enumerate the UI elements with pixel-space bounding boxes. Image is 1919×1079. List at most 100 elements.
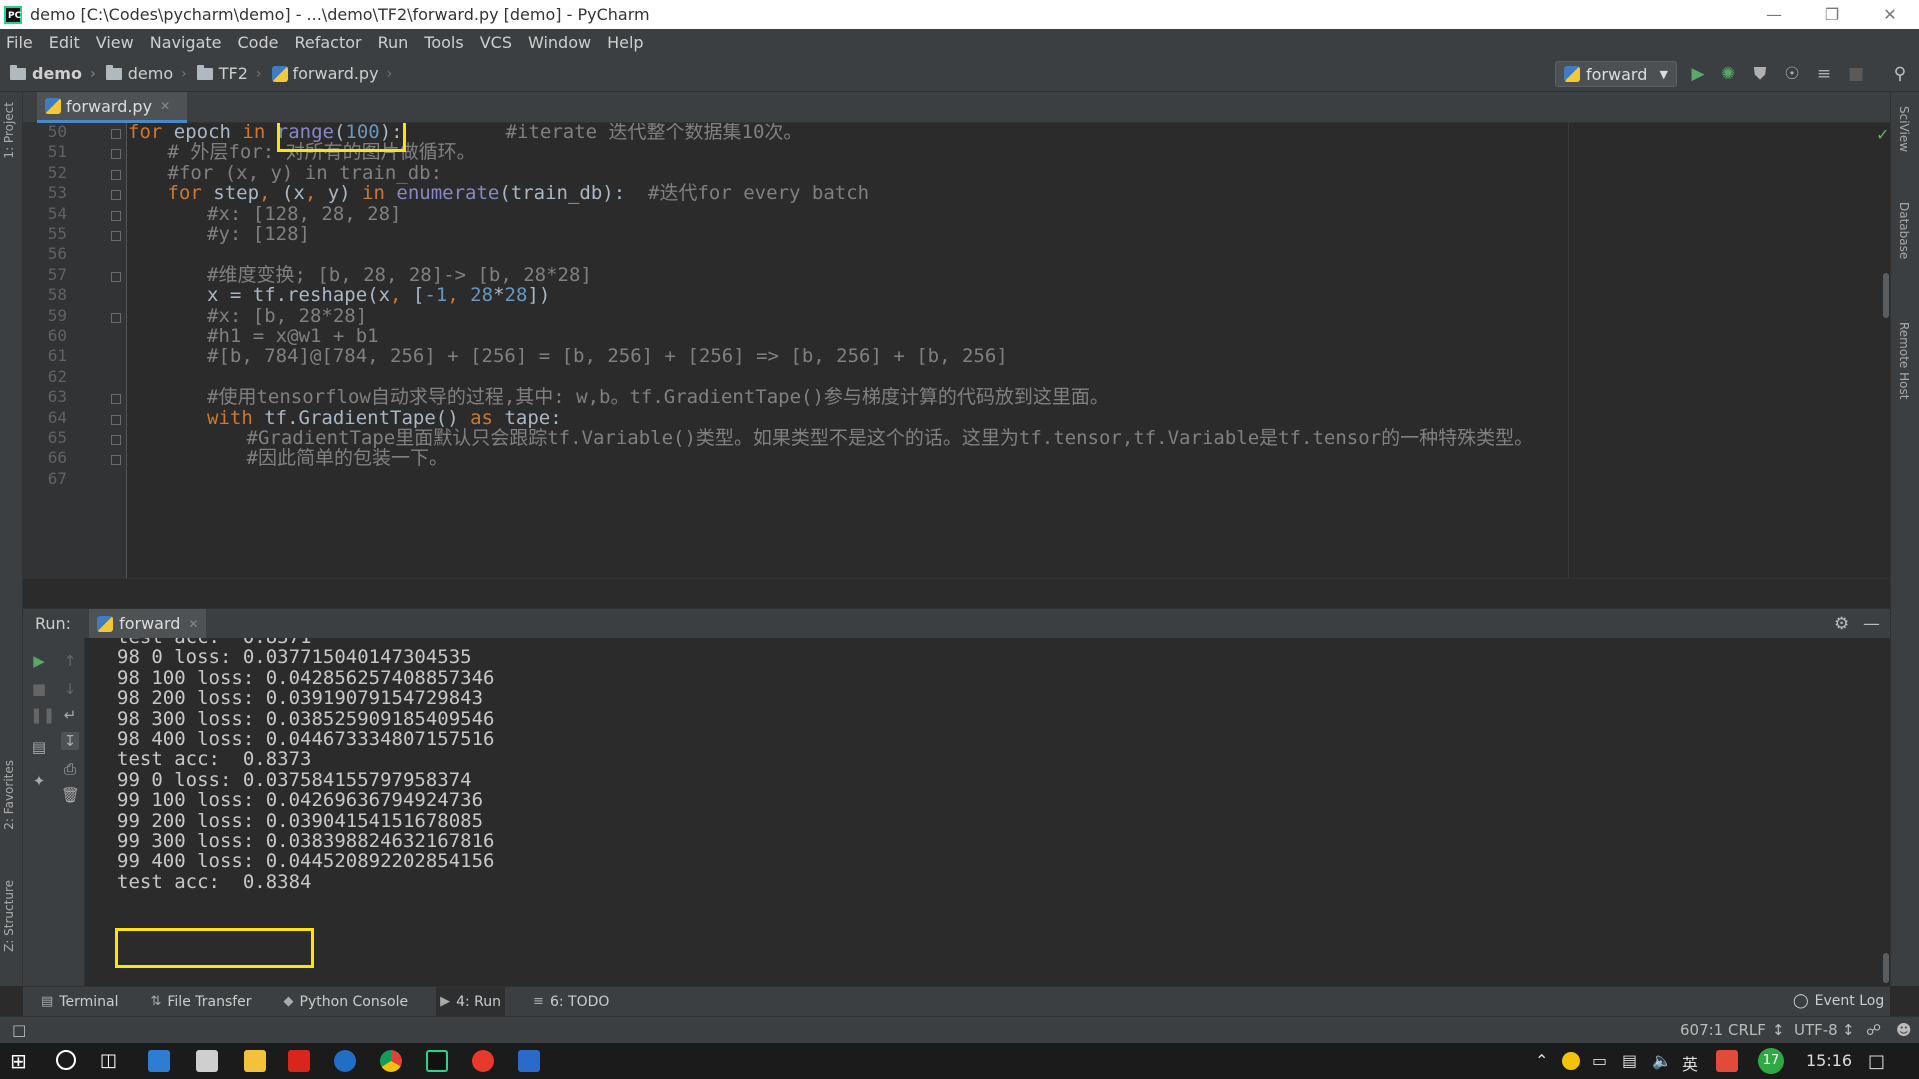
menu-refactor[interactable]: Refactor	[294, 33, 361, 52]
menu-file[interactable]: File	[6, 33, 33, 52]
bottom-tab-terminal[interactable]: ▤ Terminal	[37, 987, 122, 1017]
scroll-to-end-icon[interactable]: ↧	[61, 732, 79, 750]
inspector-icon[interactable]: ☻	[1896, 1021, 1912, 1039]
menu-edit[interactable]: Edit	[49, 33, 80, 52]
event-log-button[interactable]: ◯ Event Log	[1793, 993, 1884, 1009]
soft-wrap-icon[interactable]: ↵	[61, 706, 79, 724]
pin-icon[interactable]: ✦	[30, 772, 48, 790]
fold-marker-icon[interactable]	[111, 129, 121, 139]
fold-marker-icon[interactable]	[111, 271, 121, 282]
run-configuration-select[interactable]: forward ▼	[1555, 61, 1677, 87]
fold-marker-icon[interactable]	[111, 312, 121, 323]
menu-run[interactable]: Run	[378, 33, 409, 52]
file-explorer-icon[interactable]	[244, 1050, 266, 1072]
menu-code[interactable]: Code	[238, 33, 279, 52]
run-icon[interactable]: ▶	[1688, 64, 1708, 84]
code-editor[interactable]: 50 51 52 53 54 55 56 57 58 59 60 61 62 63 64 65 66 67 for…	[23, 123, 1890, 578]
ime-indicator[interactable]: 英	[1682, 1051, 1698, 1075]
profile-icon[interactable]: ☉	[1782, 64, 1802, 84]
fold-marker-icon[interactable]	[111, 210, 121, 221]
caret-position[interactable]: 607:1	[1680, 1021, 1723, 1039]
edge-browser-icon[interactable]	[334, 1050, 356, 1072]
trash-icon[interactable]: 🗑	[61, 786, 80, 804]
fold-marker-icon[interactable]	[111, 414, 121, 425]
search-icon[interactable]	[56, 1050, 76, 1070]
tool-tab-structure[interactable]: Z: Structure	[2, 880, 16, 952]
tool-tab-project[interactable]: 1: Project	[2, 102, 16, 159]
coverage-icon[interactable]: ⛊	[1750, 64, 1770, 84]
breadcrumb-folder-tf2[interactable]: TF2 ›	[196, 64, 262, 83]
code-line[interactable]	[128, 467, 247, 492]
lock-icon[interactable]: ☍	[1866, 1021, 1881, 1039]
system-clock[interactable]: 15:16	[1806, 1051, 1852, 1070]
line-separator[interactable]: CRLF	[1728, 1021, 1766, 1039]
concurrency-icon[interactable]: ≡	[1814, 64, 1834, 84]
tool-tab-database[interactable]: Database	[1897, 202, 1911, 259]
tool-tab-favorites[interactable]: 2: Favorites	[2, 760, 16, 830]
menu-tools[interactable]: Tools	[424, 33, 463, 52]
print-icon[interactable]: ⎙	[61, 760, 79, 778]
chevron-up-icon[interactable]: ⌃	[1535, 1051, 1548, 1070]
tool-tab-remote-host[interactable]: Remote Host	[1897, 322, 1911, 399]
menu-help[interactable]: Help	[607, 33, 643, 52]
menu-navigate[interactable]: Navigate	[150, 33, 222, 52]
rerun-icon[interactable]: ▶	[30, 652, 48, 670]
mail-icon[interactable]	[196, 1050, 218, 1072]
bottom-tab-file-transfer[interactable]: ⇅ File Transfer	[146, 987, 255, 1017]
menu-window[interactable]: Window	[528, 33, 591, 52]
tool-tab-sciview[interactable]: SciView	[1897, 106, 1911, 152]
panel-splitter[interactable]	[23, 578, 1890, 608]
restore-button[interactable]: ❐	[1803, 0, 1861, 29]
fold-marker-icon[interactable]	[111, 190, 121, 201]
network-icon[interactable]: ▤	[1622, 1051, 1637, 1070]
bottom-tab-python-console[interactable]: ◆ Python Console	[280, 987, 413, 1017]
sogou-input-icon[interactable]	[1716, 1050, 1738, 1072]
fold-marker-icon[interactable]	[111, 149, 121, 160]
pycharm-taskbar-icon[interactable]	[426, 1050, 448, 1072]
chrome-icon[interactable]	[380, 1050, 402, 1072]
bottom-tab-todo[interactable]: ≡ 6: TODO	[529, 987, 613, 1017]
editor-scrollbar[interactable]	[1883, 273, 1889, 318]
arrow-down-icon[interactable]: ↓	[61, 680, 79, 698]
menu-vcs[interactable]: VCS	[480, 33, 512, 52]
volume-icon[interactable]: 🔈	[1652, 1051, 1672, 1070]
layout-icon[interactable]: ▤	[30, 738, 48, 756]
pause-icon[interactable]: ❚❚	[30, 706, 55, 724]
fold-marker-icon[interactable]	[111, 231, 121, 241]
bottom-tab-run[interactable]: ▶ 4: Run	[436, 986, 506, 1017]
tray-app-icon[interactable]	[1562, 1052, 1580, 1070]
console-scrollbar[interactable]	[1883, 953, 1889, 983]
app-swirl-icon[interactable]	[472, 1050, 494, 1072]
task-view-icon[interactable]: ◫	[100, 1050, 122, 1072]
stop-icon[interactable]: ■	[1846, 64, 1866, 84]
battery-icon[interactable]: ▭	[1592, 1051, 1607, 1070]
close-tab-icon[interactable]: ✕	[160, 99, 170, 113]
menu-view[interactable]: View	[96, 33, 134, 52]
breadcrumb-file[interactable]: forward.py ›	[271, 64, 392, 83]
fold-marker-icon[interactable]	[111, 455, 121, 466]
tab-forward-py[interactable]: forward.py ✕	[37, 92, 187, 123]
gear-icon[interactable]: ⚙	[1834, 614, 1849, 634]
store-icon[interactable]	[148, 1050, 170, 1072]
notification-count-badge[interactable]: 17	[1758, 1048, 1784, 1074]
breadcrumb-folder-demo[interactable]: demo ›	[105, 64, 187, 83]
action-center-icon[interactable]: □	[1868, 1051, 1885, 1072]
fold-marker-icon[interactable]	[111, 394, 121, 405]
arrow-up-icon[interactable]: ↑	[61, 652, 79, 670]
run-tab-forward[interactable]: forward ✕	[89, 608, 207, 639]
debug-icon[interactable]: ✺	[1718, 64, 1738, 84]
app-red-icon[interactable]	[288, 1050, 310, 1072]
windows-start-icon[interactable]: ⊞	[10, 1050, 32, 1072]
file-encoding[interactable]: UTF-8	[1794, 1021, 1838, 1039]
code-line[interactable]: #[b, 784]@[784, 256] + [256] = [b, 256] …	[128, 344, 1008, 369]
run-console-output[interactable]: test acc: 0.837198 0 loss: 0.03771504014…	[85, 638, 1890, 986]
minimize-panel-icon[interactable]: —	[1863, 614, 1880, 634]
fold-marker-icon[interactable]	[111, 169, 121, 180]
close-button[interactable]: ✕	[1861, 0, 1919, 29]
close-tab-icon[interactable]: ✕	[188, 617, 198, 631]
minimize-button[interactable]: —	[1745, 0, 1803, 29]
fold-marker-icon[interactable]	[111, 435, 121, 445]
breadcrumb-project[interactable]: demo ›	[10, 64, 96, 83]
stop-icon[interactable]: ■	[30, 680, 48, 698]
search-icon[interactable]: ⚲	[1890, 64, 1910, 84]
